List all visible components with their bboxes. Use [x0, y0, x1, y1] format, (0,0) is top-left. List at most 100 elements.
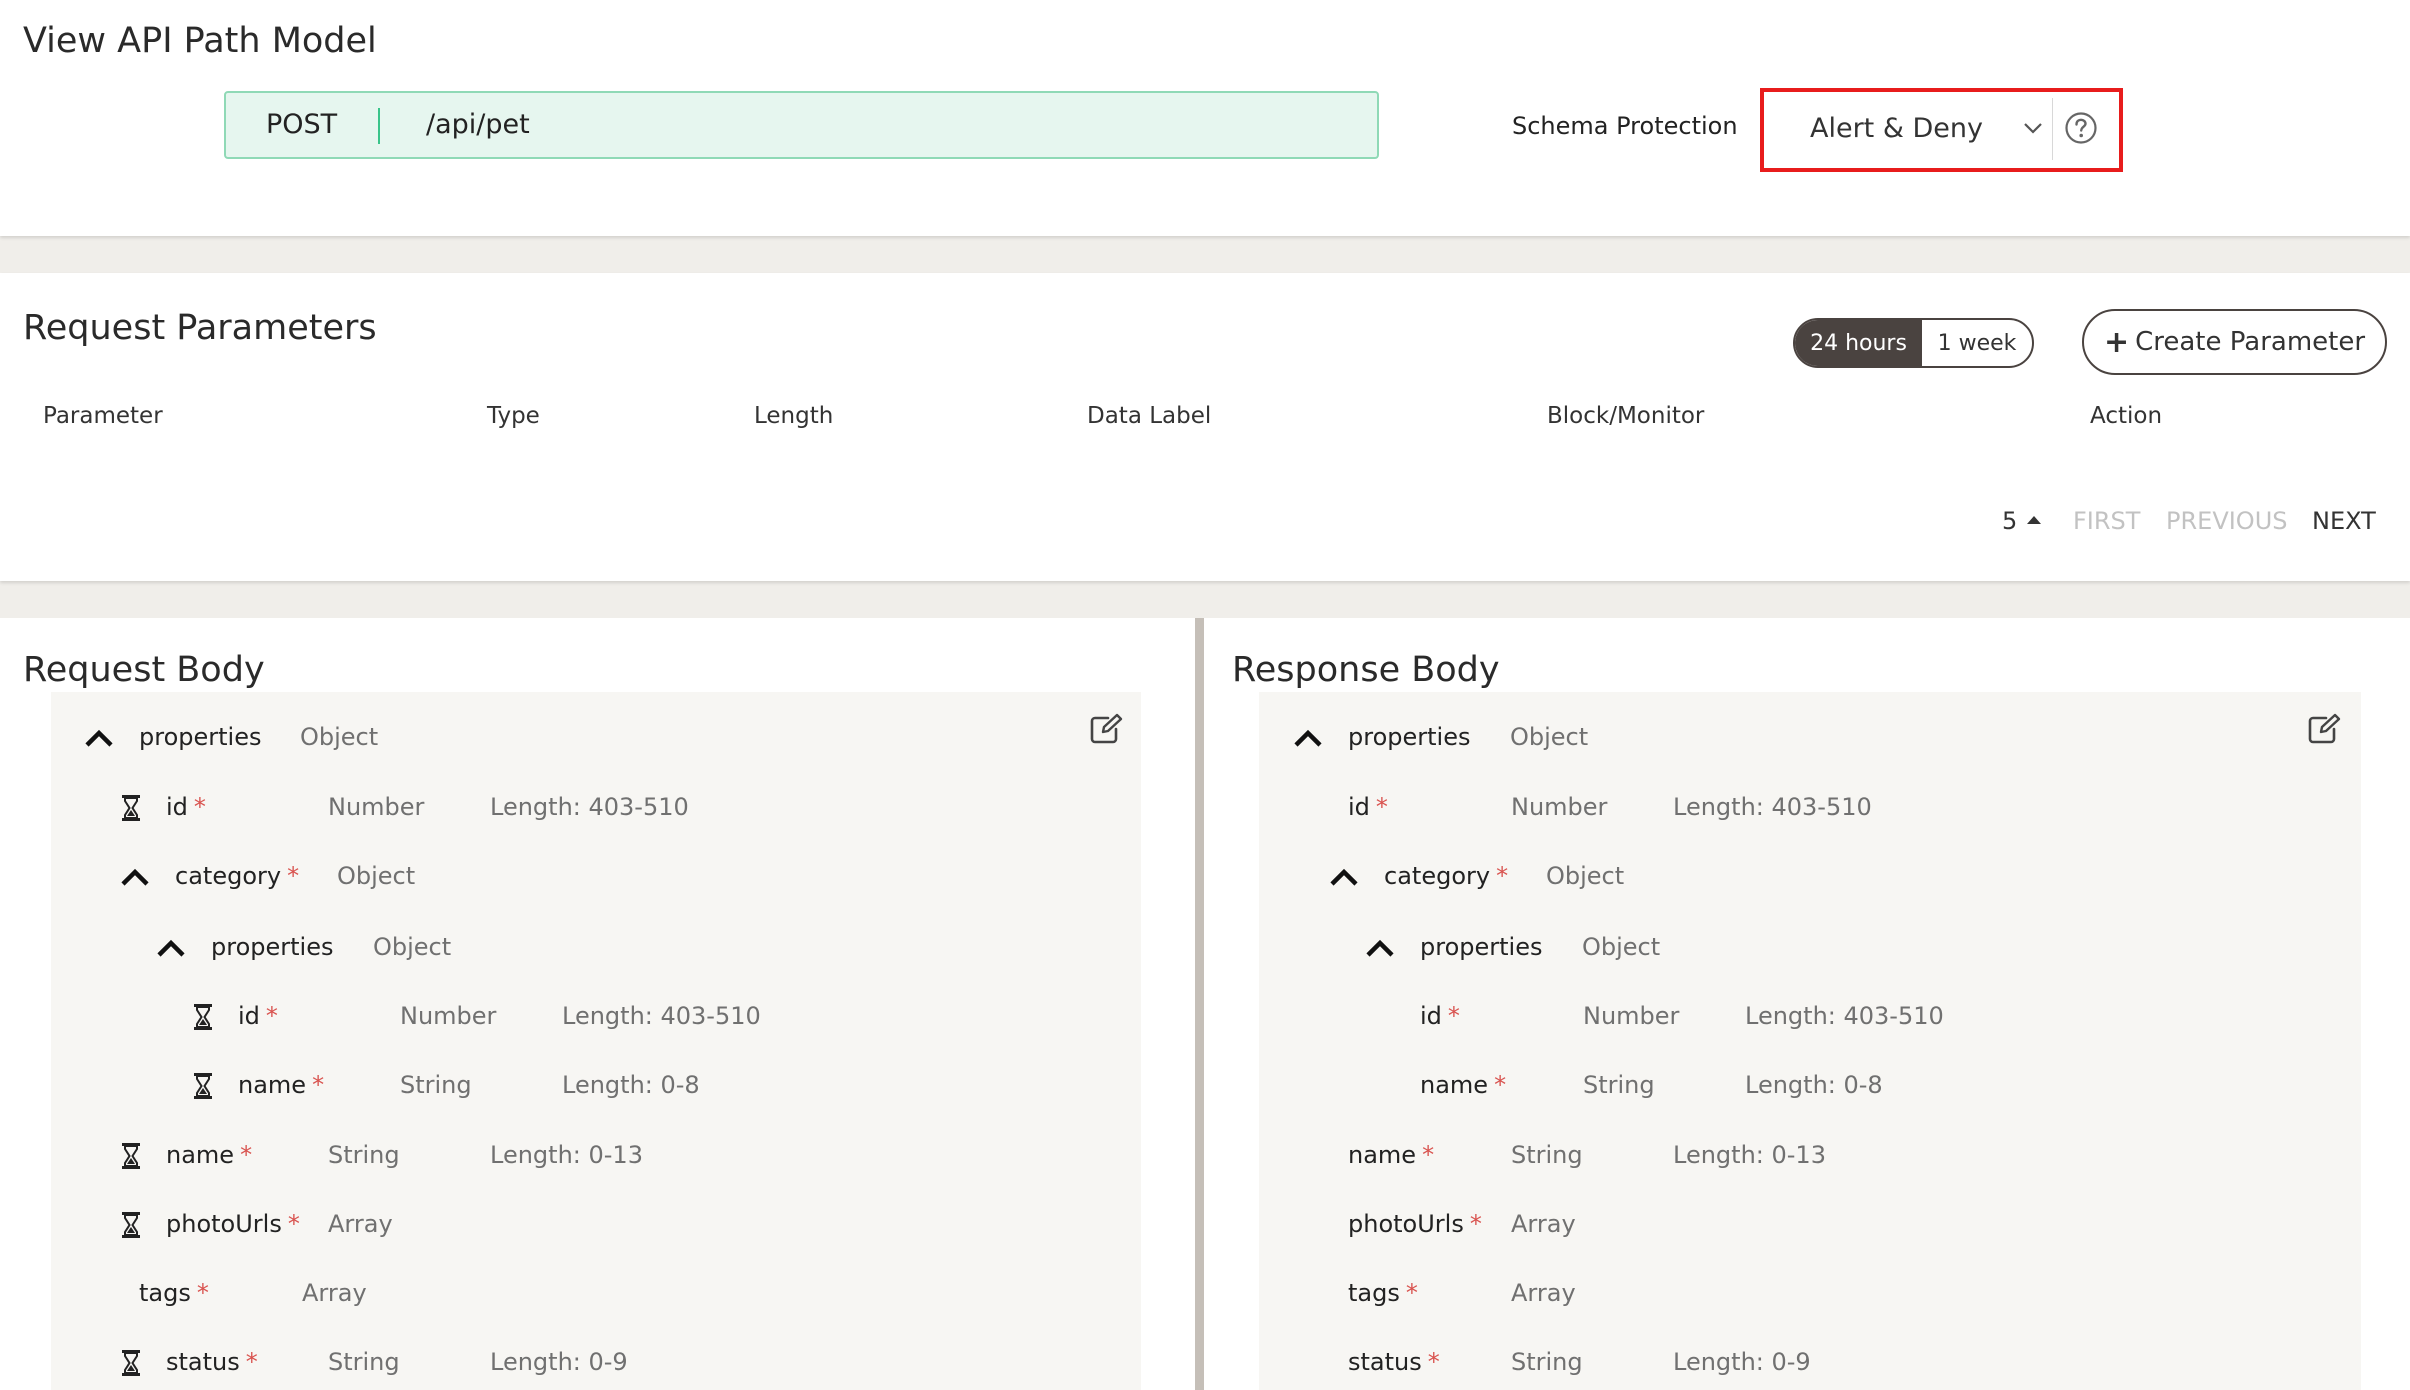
hourglass-icon: [194, 1073, 212, 1099]
field-name: properties: [211, 933, 334, 961]
field-name: name *: [1348, 1141, 1435, 1169]
field-type: Object: [1582, 933, 1661, 961]
field-type: Number: [328, 793, 425, 821]
field-name: photoUrls *: [1348, 1210, 1482, 1238]
page-size-value: 5: [2002, 507, 2018, 535]
field-type: Object: [1546, 862, 1625, 890]
field-name: properties: [1420, 933, 1543, 961]
chevron-up-icon[interactable]: [120, 867, 150, 887]
field-type: Array: [302, 1279, 367, 1307]
field-name: category *: [1384, 862, 1509, 890]
required-indicator: *: [1405, 1279, 1418, 1307]
api-path-bar: POST /api/pet: [224, 91, 1379, 159]
field-type: Number: [400, 1002, 497, 1030]
column-header-action[interactable]: Action: [2090, 403, 2162, 429]
field-type: Number: [1583, 1002, 1680, 1030]
edit-icon[interactable]: [2307, 713, 2341, 745]
first-page-button[interactable]: FIRST: [2073, 507, 2140, 535]
field-type: Object: [373, 933, 452, 961]
chevron-up-icon[interactable]: [1329, 867, 1359, 887]
request-body-title: Request Body: [23, 650, 265, 690]
field-name: properties: [1348, 723, 1471, 751]
page-size-select[interactable]: 5: [2002, 507, 2042, 535]
required-indicator: *: [1375, 793, 1388, 821]
range-24-hours-button[interactable]: 24 hours: [1795, 320, 1922, 366]
field-length: Length: 0-13: [1673, 1141, 1826, 1169]
field-name: tags *: [1348, 1279, 1418, 1307]
field-length: Length: 0-8: [1745, 1071, 1883, 1099]
required-indicator: *: [1427, 1348, 1440, 1376]
field-length: Length: 0-9: [490, 1348, 628, 1376]
column-header-data-label[interactable]: Data Label: [1087, 403, 1211, 429]
next-page-button[interactable]: NEXT: [2312, 507, 2376, 535]
required-indicator: *: [287, 1210, 300, 1238]
field-type: String: [328, 1141, 400, 1169]
previous-page-button[interactable]: PREVIOUS: [2166, 507, 2288, 535]
hourglass-icon: [122, 1350, 140, 1376]
schema-protection-select[interactable]: Alert & Deny: [1772, 98, 2053, 160]
field-name: tags *: [139, 1279, 209, 1307]
chevron-up-icon[interactable]: [1293, 728, 1323, 748]
field-name: id *: [1420, 1002, 1460, 1030]
required-indicator: *: [240, 1141, 253, 1169]
chevron-down-icon: [2024, 123, 2042, 134]
field-type: Object: [337, 862, 416, 890]
required-indicator: *: [312, 1071, 325, 1099]
field-length: Length: 0-8: [562, 1071, 700, 1099]
field-type: Array: [1511, 1279, 1576, 1307]
field-length: Length: 403-510: [562, 1002, 761, 1030]
schema-protection-label: Schema Protection: [1512, 112, 1738, 140]
field-name: status *: [166, 1348, 258, 1376]
plus-icon: +: [2103, 324, 2130, 360]
column-header-type[interactable]: Type: [487, 403, 540, 429]
chevron-up-icon[interactable]: [84, 728, 114, 748]
field-type: Object: [1510, 723, 1589, 751]
hourglass-icon: [194, 1004, 212, 1030]
field-type: Array: [328, 1210, 393, 1238]
time-range-toggle: 24 hours 1 week: [1793, 318, 2034, 368]
column-header-block-monitor[interactable]: Block/Monitor: [1547, 403, 1704, 429]
field-length: Length: 403-510: [1673, 793, 1872, 821]
edit-icon[interactable]: [1089, 713, 1123, 745]
page-title: View API Path Model: [23, 21, 377, 61]
range-1-week-button[interactable]: 1 week: [1922, 320, 2032, 366]
field-type: String: [1511, 1348, 1583, 1376]
field-type: String: [1511, 1141, 1583, 1169]
required-indicator: *: [1447, 1002, 1460, 1030]
required-indicator: *: [265, 1002, 278, 1030]
caret-up-icon: [2027, 516, 2042, 524]
hourglass-icon: [122, 1143, 140, 1169]
required-indicator: *: [245, 1348, 258, 1376]
help-circle-icon[interactable]: [2064, 111, 2098, 145]
field-type: String: [400, 1071, 472, 1099]
field-name: id *: [1348, 793, 1388, 821]
required-indicator: *: [1494, 1071, 1507, 1099]
chevron-up-icon[interactable]: [1365, 938, 1395, 958]
required-indicator: *: [1469, 1210, 1482, 1238]
field-name: category *: [175, 862, 300, 890]
response-body-title: Response Body: [1232, 650, 1500, 690]
field-name: name *: [166, 1141, 253, 1169]
field-length: Length: 0-13: [490, 1141, 643, 1169]
field-type: Object: [300, 723, 379, 751]
create-parameter-button[interactable]: + Create Parameter: [2082, 309, 2387, 375]
request-parameters-title: Request Parameters: [23, 308, 377, 348]
field-name: id *: [238, 1002, 278, 1030]
panel-divider: [1195, 618, 1204, 1390]
path-separator: [378, 108, 380, 144]
required-indicator: *: [193, 793, 206, 821]
field-type: String: [1583, 1071, 1655, 1099]
field-name: properties: [139, 723, 262, 751]
schema-protection-value: Alert & Deny: [1810, 113, 1983, 144]
field-length: Length: 0-9: [1673, 1348, 1811, 1376]
field-type: String: [328, 1348, 400, 1376]
required-indicator: *: [196, 1279, 209, 1307]
required-indicator: *: [1496, 862, 1509, 890]
field-length: Length: 403-510: [1745, 1002, 1944, 1030]
field-name: id *: [166, 793, 206, 821]
column-header-length[interactable]: Length: [754, 403, 833, 429]
column-header-parameter[interactable]: Parameter: [43, 403, 163, 429]
api-path: /api/pet: [426, 109, 530, 140]
create-parameter-label: Create Parameter: [2135, 327, 2366, 357]
chevron-up-icon[interactable]: [156, 938, 186, 958]
